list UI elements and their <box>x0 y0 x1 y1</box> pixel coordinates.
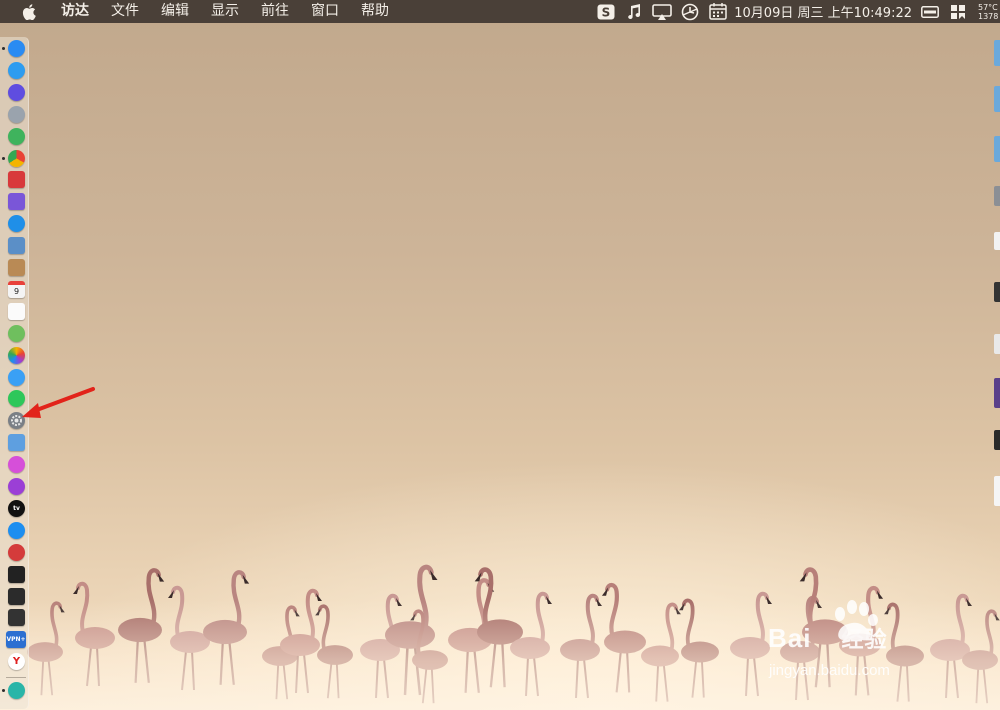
running-indicator <box>2 156 5 160</box>
watermark-bai: Bai <box>768 623 812 653</box>
battery-toggle-icon[interactable] <box>920 3 940 21</box>
dock-separator <box>6 677 26 678</box>
dock-safari-compass-icon[interactable] <box>8 61 25 79</box>
clock-sync-icon[interactable] <box>680 3 700 21</box>
dock-yandex-icon[interactable]: Y <box>8 653 25 671</box>
watermark-jingyan: 经验 <box>841 627 888 652</box>
watermark-url: jingyan.baidu.com <box>769 662 890 679</box>
dock-itunes-icon[interactable] <box>8 456 25 474</box>
menu-window[interactable]: 窗口 <box>300 0 350 23</box>
airplay-icon[interactable] <box>652 3 673 21</box>
menu-help[interactable]: 帮助 <box>350 0 400 23</box>
desktop-folder-icon[interactable] <box>994 86 1000 112</box>
dock-notes-icon[interactable] <box>8 302 25 320</box>
cpu-temp: 57°C <box>978 2 998 12</box>
temperature-readout[interactable]: 57°C 1378 <box>978 3 1000 21</box>
dock-toolbox-icon[interactable] <box>8 171 25 189</box>
grid-icon[interactable] <box>948 3 968 21</box>
desktop-folder-icon[interactable] <box>994 40 1000 66</box>
dock-photos-icon[interactable] <box>8 346 25 364</box>
dock-launchpad-icon[interactable] <box>8 105 25 123</box>
desktop-disk-icon[interactable] <box>994 186 1000 206</box>
dock-apple-tv-icon[interactable]: tv <box>8 499 25 517</box>
desktop-file-icon[interactable] <box>994 232 1000 250</box>
dock-android-studio-icon[interactable] <box>8 127 25 145</box>
desktop[interactable]: 访达 文件 编辑 显示 前往 窗口 帮助 S 10月09日 周三 上午10:49… <box>0 0 1000 710</box>
dock-maps-icon[interactable] <box>8 324 25 342</box>
dock-trash-widget-icon[interactable] <box>8 682 25 699</box>
running-indicator <box>2 47 5 50</box>
menu-file[interactable]: 文件 <box>100 0 150 23</box>
desktop-folder-icon[interactable] <box>994 136 1000 162</box>
sogou-input-icon[interactable]: S <box>596 3 616 21</box>
dock-vivaldi-icon[interactable] <box>8 543 25 561</box>
dock-safari-icon[interactable] <box>8 215 25 233</box>
desktop-app-icon[interactable] <box>994 282 1000 302</box>
music-note-icon[interactable] <box>624 3 644 21</box>
menu-go[interactable]: 前往 <box>250 0 300 23</box>
dock-system-preferences-icon[interactable] <box>8 412 25 430</box>
dock-app-store-icon[interactable] <box>8 521 25 539</box>
dock-purple-app-icon[interactable] <box>8 193 25 211</box>
dock-console-icon[interactable] <box>8 609 25 627</box>
desktop-file-icon[interactable] <box>994 476 1000 506</box>
apple-menu-icon[interactable] <box>20 0 38 23</box>
svg-text:S: S <box>602 5 611 19</box>
dock-podcasts-icon[interactable] <box>8 478 25 495</box>
dock-activity-monitor-icon[interactable] <box>8 587 25 605</box>
dock-contacts-book-icon[interactable] <box>8 259 25 276</box>
menu-view[interactable]: 显示 <box>200 0 250 23</box>
menu-clock[interactable]: 10月09日 周三 上午10:49:22 <box>734 2 912 21</box>
desktop-image-icon[interactable] <box>994 378 1000 408</box>
dock-terminal-icon[interactable] <box>8 565 25 583</box>
desktop-app-icon[interactable] <box>994 430 1000 450</box>
menu-finder[interactable]: 访达 <box>50 0 100 23</box>
dock-finder-icon[interactable] <box>8 40 25 57</box>
running-indicator <box>2 689 5 692</box>
menu-bar: 访达 文件 编辑 显示 前往 窗口 帮助 S 10月09日 周三 上午10:49… <box>0 0 1000 23</box>
dock-calendar-icon[interactable]: 9 <box>8 280 25 298</box>
status-area: S 10月09日 周三 上午10:49:22 57°C 1378 <box>592 0 1000 23</box>
dock-downloads-stack-icon[interactable] <box>8 434 25 452</box>
menu-edit[interactable]: 编辑 <box>150 0 200 23</box>
gear-icon <box>11 415 22 427</box>
desktop-file-icon[interactable] <box>994 334 1000 354</box>
calendar-icon[interactable] <box>708 3 728 21</box>
dock-vpn-icon[interactable]: VPN+ <box>6 631 26 649</box>
dock-preview-icon[interactable] <box>8 237 25 255</box>
dock: 9 tv VPN+ Y <box>0 37 29 709</box>
baidu-watermark: Bai 经验 jingyan.baidu.com <box>768 600 968 690</box>
dock-wechat-icon[interactable] <box>8 390 25 408</box>
fan-speed: 1378 <box>978 11 999 21</box>
dock-chrome-icon[interactable] <box>8 149 25 167</box>
dock-siri-icon[interactable] <box>8 83 25 101</box>
dock-messages-icon[interactable] <box>8 368 25 386</box>
watermark-text: Bai 经验 <box>768 622 887 654</box>
